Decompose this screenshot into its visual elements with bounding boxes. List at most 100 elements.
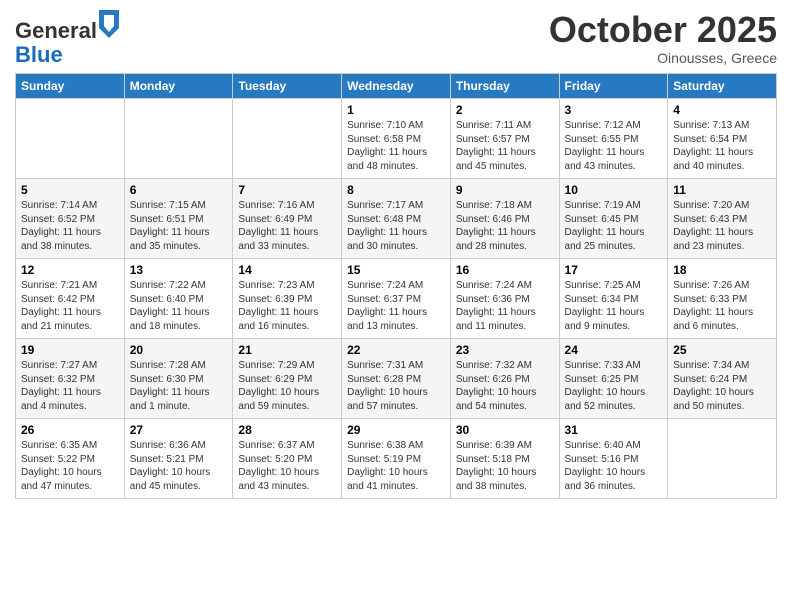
day-info: Sunrise: 7:12 AM Sunset: 6:55 PM Dayligh…: [565, 119, 663, 173]
day-number: 6: [130, 183, 228, 197]
day-cell: 30 Sunrise: 6:39 AM Sunset: 5:18 PM Dayli…: [450, 419, 559, 499]
day-cell: 3 Sunrise: 7:12 AM Sunset: 6:55 PM Daylig…: [559, 99, 668, 179]
title-block: October 2025 Oinousses, Greece: [549, 10, 777, 66]
day-cell: [233, 99, 342, 179]
day-cell: 17 Sunrise: 7:25 AM Sunset: 6:34 PM Dayli…: [559, 259, 668, 339]
day-cell: 15 Sunrise: 7:24 AM Sunset: 6:37 PM Dayli…: [342, 259, 451, 339]
day-info: Sunrise: 7:24 AM Sunset: 6:36 PM Dayligh…: [456, 279, 554, 333]
weekday-header-thursday: Thursday: [450, 74, 559, 99]
day-info: Sunrise: 6:39 AM Sunset: 5:18 PM Dayligh…: [456, 439, 554, 493]
weekday-header-friday: Friday: [559, 74, 668, 99]
day-cell: 11Sunrise: 7:20 AM Sunset: 6:43 PM Dayli…: [668, 179, 777, 259]
day-cell: 6 Sunrise: 7:15 AM Sunset: 6:51 PM Daylig…: [124, 179, 233, 259]
day-number: 14: [238, 263, 336, 277]
day-number: 26: [21, 423, 119, 437]
day-info: Sunrise: 7:14 AM Sunset: 6:52 PM Dayligh…: [21, 199, 119, 253]
day-number: 20: [130, 343, 228, 357]
location: Oinousses, Greece: [549, 50, 777, 66]
day-number: 18: [673, 263, 771, 277]
day-cell: 10Sunrise: 7:19 AM Sunset: 6:45 PM Dayli…: [559, 179, 668, 259]
day-info: Sunrise: 7:29 AM Sunset: 6:29 PM Dayligh…: [238, 359, 336, 413]
weekday-header-tuesday: Tuesday: [233, 74, 342, 99]
day-info: Sunrise: 7:31 AM Sunset: 6:28 PM Dayligh…: [347, 359, 445, 413]
day-info: Sunrise: 7:21 AM Sunset: 6:42 PM Dayligh…: [21, 279, 119, 333]
day-info: Sunrise: 7:32 AM Sunset: 6:26 PM Dayligh…: [456, 359, 554, 413]
day-info: Sunrise: 7:33 AM Sunset: 6:25 PM Dayligh…: [565, 359, 663, 413]
weekday-header-saturday: Saturday: [668, 74, 777, 99]
day-info: Sunrise: 7:17 AM Sunset: 6:48 PM Dayligh…: [347, 199, 445, 253]
day-number: 22: [347, 343, 445, 357]
day-number: 27: [130, 423, 228, 437]
day-info: Sunrise: 7:23 AM Sunset: 6:39 PM Dayligh…: [238, 279, 336, 333]
day-cell: [16, 99, 125, 179]
day-info: Sunrise: 7:13 AM Sunset: 6:54 PM Dayligh…: [673, 119, 771, 173]
week-row-3: 12Sunrise: 7:21 AM Sunset: 6:42 PM Dayli…: [16, 259, 777, 339]
day-number: 25: [673, 343, 771, 357]
day-number: 1: [347, 103, 445, 117]
day-number: 5: [21, 183, 119, 197]
day-cell: 13Sunrise: 7:22 AM Sunset: 6:40 PM Dayli…: [124, 259, 233, 339]
day-number: 17: [565, 263, 663, 277]
day-info: Sunrise: 7:19 AM Sunset: 6:45 PM Dayligh…: [565, 199, 663, 253]
day-info: Sunrise: 7:15 AM Sunset: 6:51 PM Dayligh…: [130, 199, 228, 253]
day-number: 11: [673, 183, 771, 197]
day-cell: 21 Sunrise: 7:29 AM Sunset: 6:29 PM Dayli…: [233, 339, 342, 419]
day-cell: 24 Sunrise: 7:33 AM Sunset: 6:25 PM Dayli…: [559, 339, 668, 419]
day-cell: 28 Sunrise: 6:37 AM Sunset: 5:20 PM Dayli…: [233, 419, 342, 499]
header: General Blue October 2025 Oinousses, Gre…: [15, 10, 777, 67]
day-cell: 29 Sunrise: 6:38 AM Sunset: 5:19 PM Dayli…: [342, 419, 451, 499]
day-number: 8: [347, 183, 445, 197]
day-cell: 23Sunrise: 7:32 AM Sunset: 6:26 PM Dayli…: [450, 339, 559, 419]
day-info: Sunrise: 7:18 AM Sunset: 6:46 PM Dayligh…: [456, 199, 554, 253]
day-number: 21: [238, 343, 336, 357]
day-number: 28: [238, 423, 336, 437]
logo-icon: [99, 10, 119, 38]
week-row-4: 19Sunrise: 7:27 AM Sunset: 6:32 PM Dayli…: [16, 339, 777, 419]
day-cell: 27 Sunrise: 6:36 AM Sunset: 5:21 PM Dayli…: [124, 419, 233, 499]
calendar-page: General Blue October 2025 Oinousses, Gre…: [0, 0, 792, 612]
day-number: 15: [347, 263, 445, 277]
day-info: Sunrise: 7:11 AM Sunset: 6:57 PM Dayligh…: [456, 119, 554, 173]
day-info: Sunrise: 6:35 AM Sunset: 5:22 PM Dayligh…: [21, 439, 119, 493]
day-cell: 26 Sunrise: 6:35 AM Sunset: 5:22 PM Dayli…: [16, 419, 125, 499]
day-info: Sunrise: 7:34 AM Sunset: 6:24 PM Dayligh…: [673, 359, 771, 413]
day-info: Sunrise: 7:25 AM Sunset: 6:34 PM Dayligh…: [565, 279, 663, 333]
day-info: Sunrise: 7:28 AM Sunset: 6:30 PM Dayligh…: [130, 359, 228, 413]
logo-blue-text: Blue: [15, 42, 63, 67]
day-cell: 25 Sunrise: 7:34 AM Sunset: 6:24 PM Dayli…: [668, 339, 777, 419]
weekday-header-row: SundayMondayTuesdayWednesdayThursdayFrid…: [16, 74, 777, 99]
day-info: Sunrise: 7:10 AM Sunset: 6:58 PM Dayligh…: [347, 119, 445, 173]
day-number: 24: [565, 343, 663, 357]
day-number: 30: [456, 423, 554, 437]
day-cell: 19Sunrise: 7:27 AM Sunset: 6:32 PM Dayli…: [16, 339, 125, 419]
day-cell: 18 Sunrise: 7:26 AM Sunset: 6:33 PM Dayli…: [668, 259, 777, 339]
day-cell: 14 Sunrise: 7:23 AM Sunset: 6:39 PM Dayli…: [233, 259, 342, 339]
day-cell: 20 Sunrise: 7:28 AM Sunset: 6:30 PM Dayli…: [124, 339, 233, 419]
calendar-table: SundayMondayTuesdayWednesdayThursdayFrid…: [15, 73, 777, 499]
day-info: Sunrise: 7:22 AM Sunset: 6:40 PM Dayligh…: [130, 279, 228, 333]
logo: General Blue: [15, 10, 119, 67]
day-number: 7: [238, 183, 336, 197]
day-number: 29: [347, 423, 445, 437]
logo-general-text: General: [15, 18, 97, 43]
day-number: 16: [456, 263, 554, 277]
day-cell: 16 Sunrise: 7:24 AM Sunset: 6:36 PM Dayli…: [450, 259, 559, 339]
day-cell: 9Sunrise: 7:18 AM Sunset: 6:46 PM Daylig…: [450, 179, 559, 259]
weekday-header-monday: Monday: [124, 74, 233, 99]
week-row-1: 1 Sunrise: 7:10 AM Sunset: 6:58 PM Daylig…: [16, 99, 777, 179]
day-cell: 7Sunrise: 7:16 AM Sunset: 6:49 PM Daylig…: [233, 179, 342, 259]
day-info: Sunrise: 6:36 AM Sunset: 5:21 PM Dayligh…: [130, 439, 228, 493]
week-row-2: 5 Sunrise: 7:14 AM Sunset: 6:52 PM Daylig…: [16, 179, 777, 259]
day-info: Sunrise: 7:27 AM Sunset: 6:32 PM Dayligh…: [21, 359, 119, 413]
day-cell: 31Sunrise: 6:40 AM Sunset: 5:16 PM Dayli…: [559, 419, 668, 499]
day-info: Sunrise: 7:24 AM Sunset: 6:37 PM Dayligh…: [347, 279, 445, 333]
day-number: 2: [456, 103, 554, 117]
month-title: October 2025: [549, 10, 777, 50]
day-info: Sunrise: 6:38 AM Sunset: 5:19 PM Dayligh…: [347, 439, 445, 493]
day-info: Sunrise: 6:37 AM Sunset: 5:20 PM Dayligh…: [238, 439, 336, 493]
day-info: Sunrise: 7:26 AM Sunset: 6:33 PM Dayligh…: [673, 279, 771, 333]
day-number: 3: [565, 103, 663, 117]
day-cell: [668, 419, 777, 499]
day-cell: 5 Sunrise: 7:14 AM Sunset: 6:52 PM Daylig…: [16, 179, 125, 259]
day-cell: 22 Sunrise: 7:31 AM Sunset: 6:28 PM Dayli…: [342, 339, 451, 419]
